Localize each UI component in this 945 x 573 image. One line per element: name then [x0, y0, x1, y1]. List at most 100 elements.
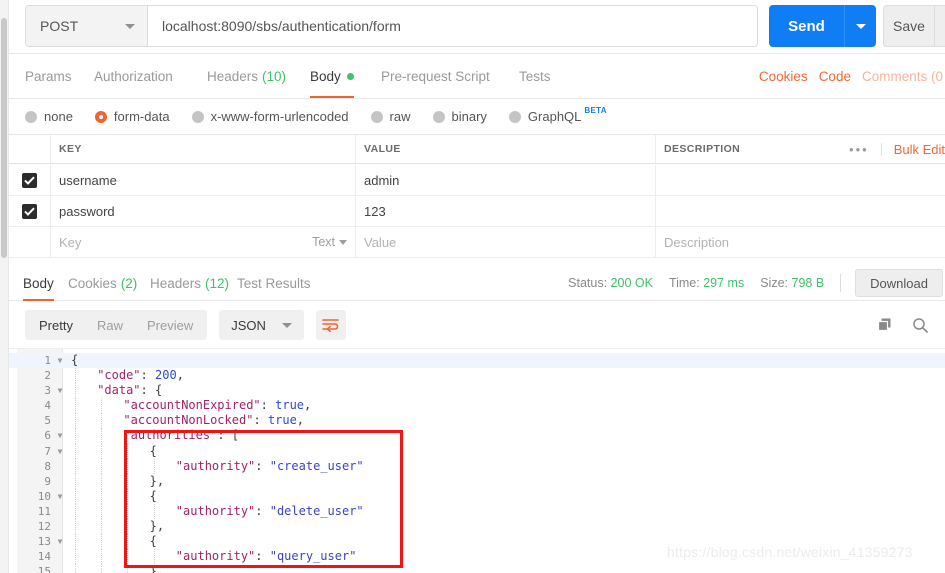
row-value-cell[interactable]: 123	[356, 196, 656, 226]
response-body-viewer[interactable]: 1 ▼{2 "code": 200, 3 ▼ "data": {4 "accountNonE…	[9, 348, 945, 573]
view-mode-preview[interactable]: Preview	[135, 312, 205, 338]
postman-window: POST localhost:8090/sbs/authentication/f…	[0, 0, 945, 573]
new-row-key-input[interactable]: Key	[59, 235, 81, 250]
word-wrap-button[interactable]	[315, 310, 346, 340]
response-tab-cookies[interactable]: Cookies (2)	[68, 265, 137, 301]
url-group: POST localhost:8090/sbs/authentication/f…	[25, 5, 758, 47]
view-mode-pretty[interactable]: Pretty	[27, 312, 85, 338]
table-header-row: KEY VALUE DESCRIPTION ••• Bulk Edit	[9, 135, 945, 164]
download-button[interactable]: Download	[855, 269, 943, 297]
comments-link[interactable]: Comments (0	[862, 69, 943, 84]
header-key-cell: KEY	[51, 135, 356, 163]
code-token: },	[149, 519, 165, 534]
url-input[interactable]: localhost:8090/sbs/authentication/form	[148, 6, 757, 46]
more-options-icon[interactable]: •••	[837, 142, 882, 156]
code-indent-guide	[101, 398, 103, 414]
code-fold-toggle-icon[interactable]: ▼	[55, 428, 65, 443]
tab-tests[interactable]: Tests	[519, 54, 551, 98]
bulk-edit-link[interactable]: Bulk Edit	[882, 142, 945, 157]
code-link[interactable]: Code	[819, 69, 851, 84]
save-options-button[interactable]	[934, 5, 945, 47]
body-type-x-www-form-urlencoded[interactable]: x-www-form-urlencoded	[191, 109, 349, 124]
code-indent-guide	[153, 458, 155, 474]
save-button[interactable]: Save	[883, 5, 934, 47]
search-button[interactable]	[912, 317, 929, 334]
new-row-description-input[interactable]: Description	[664, 235, 729, 250]
value-type-label: Text	[312, 235, 335, 249]
code-line-text: },	[150, 519, 164, 534]
code-lines[interactable]: 1 ▼{2 "code": 200, 3 ▼ "data": {4 "accountNonE…	[9, 353, 945, 573]
code-fold-toggle-icon[interactable]: ▼	[55, 534, 65, 549]
http-method-select[interactable]: POST	[26, 6, 148, 46]
radio-selected-icon	[94, 110, 107, 123]
sidebar-scrollbar-thumb[interactable]	[1, 18, 7, 258]
row-checkbox[interactable]	[22, 203, 37, 219]
body-type-graphql[interactable]: GraphQL BETA	[508, 106, 607, 124]
table-row[interactable]: password 123	[9, 196, 945, 227]
code-indent-guide	[75, 503, 76, 520]
code-token: "query_user"	[269, 549, 357, 564]
tab-body[interactable]: Body	[310, 54, 354, 98]
body-type-form-data[interactable]: form-data	[94, 109, 170, 124]
chevron-down-icon	[855, 23, 866, 29]
code-token: "authorities"	[123, 428, 218, 443]
cookies-link[interactable]: Cookies	[759, 69, 808, 84]
response-tab-body[interactable]: Body	[23, 265, 54, 301]
code-indent-guide	[127, 443, 129, 459]
row-value-value: 123	[364, 203, 386, 219]
code-token: true	[267, 413, 297, 428]
send-button[interactable]: Send	[769, 5, 844, 47]
code-fold-toggle-icon[interactable]: ▼	[55, 444, 65, 459]
table-row[interactable]: username admin	[9, 165, 945, 196]
tab-params[interactable]: Params	[25, 54, 72, 98]
radio-label: none	[44, 109, 73, 124]
body-type-none[interactable]: none	[25, 109, 73, 124]
row-key-cell[interactable]: password	[51, 196, 356, 226]
code-indent-guide	[101, 534, 103, 550]
view-mode-raw[interactable]: Raw	[85, 312, 135, 338]
value-type-select[interactable]: Text	[312, 227, 347, 257]
code-line-number: 6	[44, 429, 51, 443]
new-row-key-cell[interactable]: Key Text	[51, 227, 356, 257]
new-row-value-cell[interactable]: Value	[356, 227, 656, 257]
tab-label: Params	[25, 68, 72, 84]
sidebar-scrollbar-track[interactable]	[0, 0, 8, 573]
row-checkbox[interactable]	[22, 172, 37, 188]
body-type-binary[interactable]: binary	[432, 109, 487, 124]
new-row-description-cell[interactable]: Description	[656, 227, 945, 257]
row-value-cell[interactable]: admin	[356, 165, 656, 195]
row-description-cell[interactable]	[656, 196, 945, 226]
response-tab-test-results[interactable]: Test Results	[237, 265, 311, 301]
body-type-raw[interactable]: raw	[370, 109, 411, 124]
table-header-actions: ••• Bulk Edit	[837, 135, 945, 163]
code-line: 4 "accountNonExpired": true,	[9, 398, 945, 414]
code-fold-toggle-icon[interactable]: ▼	[55, 489, 65, 504]
tab-authorization[interactable]: Authorization	[94, 54, 173, 98]
copy-button[interactable]	[877, 317, 894, 334]
code-fold-toggle-icon[interactable]: ▼	[55, 383, 65, 398]
time-value: 297 ms	[703, 276, 745, 290]
tab-headers[interactable]: Headers (10)	[207, 54, 286, 98]
table-new-row[interactable]: Key Text Value Description	[9, 227, 945, 258]
tab-pre-request-script[interactable]: Pre-request Script	[381, 54, 490, 98]
code-indent-guide	[127, 488, 129, 504]
response-tab-headers[interactable]: Headers (12)	[150, 265, 229, 301]
response-format-select[interactable]: JSON	[219, 310, 304, 340]
new-row-value-input[interactable]: Value	[364, 235, 396, 250]
code-indent-guide	[75, 428, 76, 444]
radio-icon	[432, 110, 445, 123]
code-token: "authority"	[175, 458, 256, 473]
code-line-number: 13	[37, 535, 51, 549]
request-url-bar: POST localhost:8090/sbs/authentication/f…	[9, 0, 945, 53]
code-line-text: "accountNonExpired": true,	[123, 398, 311, 413]
code-line-number: 14	[37, 550, 51, 564]
code-fold-toggle-icon[interactable]: ▼	[55, 353, 65, 368]
send-options-button[interactable]	[844, 5, 876, 47]
send-group: Send	[769, 5, 876, 47]
radio-icon	[370, 110, 383, 123]
row-key-cell[interactable]: username	[51, 165, 356, 195]
row-description-cell[interactable]	[656, 165, 945, 195]
code-line: 1 ▼ {	[9, 353, 945, 369]
radio-icon	[191, 110, 204, 123]
code-indent-guide	[153, 549, 155, 565]
